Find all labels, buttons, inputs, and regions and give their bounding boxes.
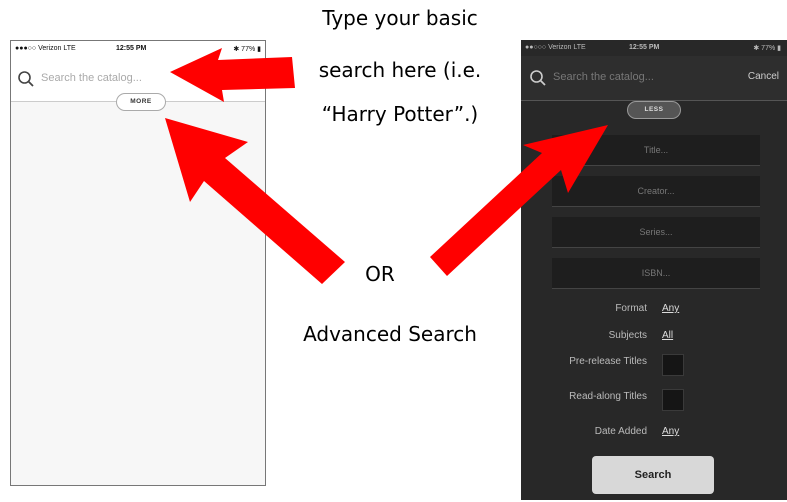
annotation-basic-line3: “Harry Potter”.) — [321, 102, 479, 126]
carrier-label: ●●○○○ Verizon LTE — [525, 44, 586, 51]
annotation-or: OR — [365, 262, 395, 286]
search-input[interactable]: Search the catalog... — [553, 71, 654, 83]
isbn-field[interactable]: ISBN... — [552, 258, 760, 289]
search-button[interactable]: Search — [592, 456, 714, 494]
clock: 12:55 PM — [116, 45, 147, 52]
annotation-basic-line1: Type your basic — [322, 6, 478, 30]
search-icon — [530, 70, 546, 86]
search-bar[interactable]: Search the catalog... Cancel — [521, 56, 787, 101]
subjects-label: Subjects — [608, 330, 647, 341]
subjects-select[interactable]: All — [662, 330, 673, 341]
date-added-label: Date Added — [594, 426, 647, 437]
battery-indicator: ✱ 77% ▮ — [753, 45, 781, 52]
annotation-basic-line2: search here (i.e. — [318, 58, 482, 82]
series-field[interactable]: Series... — [552, 217, 760, 248]
readalong-checkbox[interactable] — [662, 389, 684, 411]
annotation-advanced-search: Advanced Search — [303, 322, 477, 346]
basic-search-screen: ●●●○○ Verizon LTE 12:55 PM ✱ 77% ▮ Searc… — [10, 40, 266, 486]
more-button[interactable]: MORE — [116, 93, 166, 111]
date-added-select[interactable]: Any — [662, 426, 679, 437]
format-select[interactable]: Any — [662, 303, 679, 314]
prerelease-label: Pre-release Titles — [569, 356, 647, 367]
title-field[interactable]: Title... — [552, 135, 760, 166]
status-bar: ●●●○○ Verizon LTE 12:55 PM ✱ 77% ▮ — [11, 41, 265, 57]
advanced-search-screen: ●●○○○ Verizon LTE 12:55 PM ✱ 77% ▮ Searc… — [521, 40, 787, 500]
readalong-label: Read-along Titles — [569, 391, 647, 402]
status-bar: ●●○○○ Verizon LTE 12:55 PM ✱ 77% ▮ — [521, 40, 787, 56]
battery-indicator: ✱ 77% ▮ — [233, 46, 261, 53]
carrier-label: ●●●○○ Verizon LTE — [15, 45, 76, 52]
cancel-button[interactable]: Cancel — [748, 71, 779, 82]
less-button[interactable]: LESS — [627, 101, 681, 119]
format-label: Format — [615, 303, 647, 314]
clock: 12:55 PM — [629, 44, 660, 51]
creator-field[interactable]: Creator... — [552, 176, 760, 207]
search-input[interactable]: Search the catalog... — [41, 72, 142, 84]
search-icon — [18, 71, 34, 87]
prerelease-checkbox[interactable] — [662, 354, 684, 376]
